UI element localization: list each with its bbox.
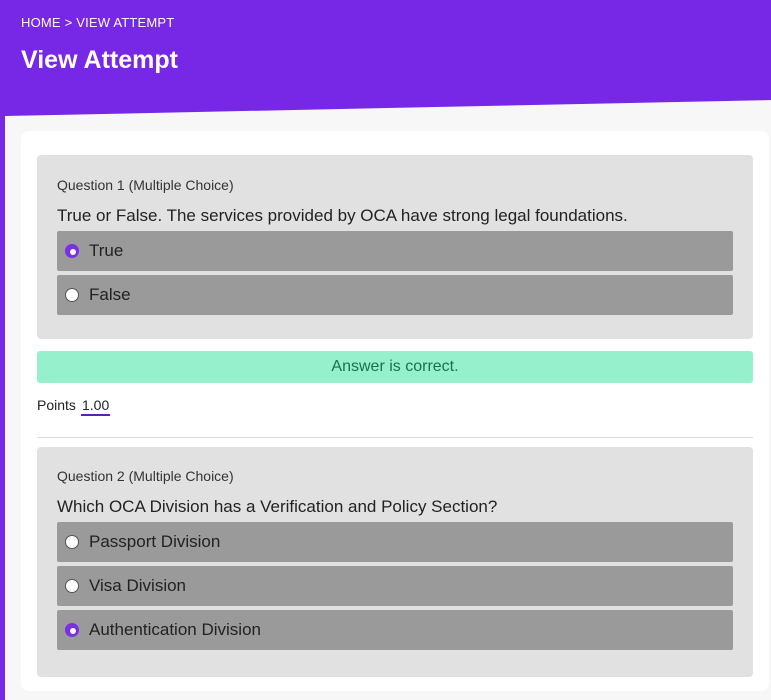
radio-unselected-icon[interactable] bbox=[65, 579, 79, 593]
question-1-text: True or False. The services provided by … bbox=[57, 206, 628, 225]
question-1-block: Question 1 (Multiple Choice) True or Fal… bbox=[37, 155, 753, 339]
radio-selected-icon[interactable] bbox=[65, 244, 79, 258]
question-2-meta: Question 2 (Multiple Choice) bbox=[57, 468, 234, 484]
question-2-option-visa[interactable]: Visa Division bbox=[57, 566, 733, 606]
breadcrumb[interactable]: HOME > VIEW ATTEMPT bbox=[21, 15, 174, 30]
radio-selected-icon[interactable] bbox=[65, 623, 79, 637]
question-2-block: Question 2 (Multiple Choice) Which OCA D… bbox=[37, 447, 753, 677]
option-label: Passport Division bbox=[89, 532, 221, 551]
option-label: False bbox=[89, 285, 131, 304]
radio-unselected-icon[interactable] bbox=[65, 288, 79, 302]
question-2-text: Which OCA Division has a Verification an… bbox=[57, 497, 498, 516]
page-title: View Attempt bbox=[21, 46, 178, 74]
points-value[interactable]: 1.00 bbox=[81, 397, 111, 416]
question-divider bbox=[37, 437, 753, 438]
page-header: HOME > VIEW ATTEMPT View Attempt bbox=[0, 0, 771, 120]
radio-unselected-icon[interactable] bbox=[65, 535, 79, 549]
question-1-option-false[interactable]: False bbox=[57, 275, 733, 315]
points-label: Points bbox=[37, 397, 76, 413]
option-label: Visa Division bbox=[89, 576, 187, 595]
question-2-option-authentication[interactable]: Authentication Division bbox=[57, 610, 733, 650]
question-1-option-true[interactable]: True bbox=[57, 231, 733, 271]
answer-feedback: Answer is correct. bbox=[37, 351, 753, 383]
option-label: Authentication Division bbox=[89, 620, 261, 639]
option-label: True bbox=[89, 241, 124, 260]
question-2-option-passport[interactable]: Passport Division bbox=[57, 522, 733, 562]
question-1-meta: Question 1 (Multiple Choice) bbox=[57, 177, 234, 193]
